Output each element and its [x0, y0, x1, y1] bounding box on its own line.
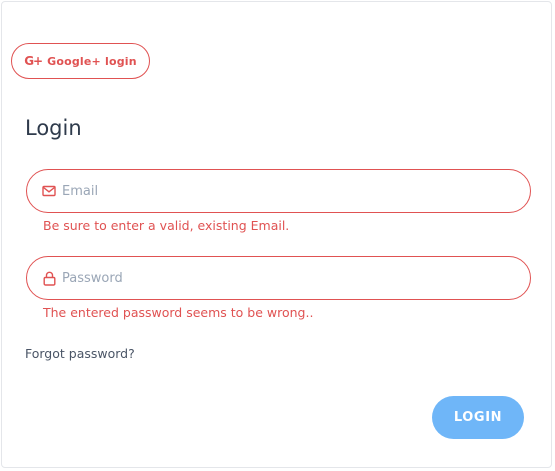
google-plus-login-button[interactable]: G+ Google+ login — [11, 43, 150, 79]
lock-icon — [41, 270, 57, 286]
email-error-message: Be sure to enter a valid, existing Email… — [43, 218, 290, 233]
google-plus-icon: G+ — [24, 54, 43, 68]
password-error-message: The entered password seems to be wrong.. — [43, 305, 314, 320]
page-title: Login — [25, 116, 82, 140]
forgot-password-link[interactable]: Forgot password? — [25, 346, 135, 361]
password-field[interactable] — [26, 256, 531, 300]
email-input[interactable] — [62, 183, 482, 199]
envelope-icon — [41, 183, 57, 199]
login-button[interactable]: LOGIN — [432, 396, 524, 439]
google-plus-login-label: Google+ login — [47, 54, 137, 68]
email-field[interactable] — [26, 169, 531, 213]
password-input[interactable] — [62, 270, 482, 286]
